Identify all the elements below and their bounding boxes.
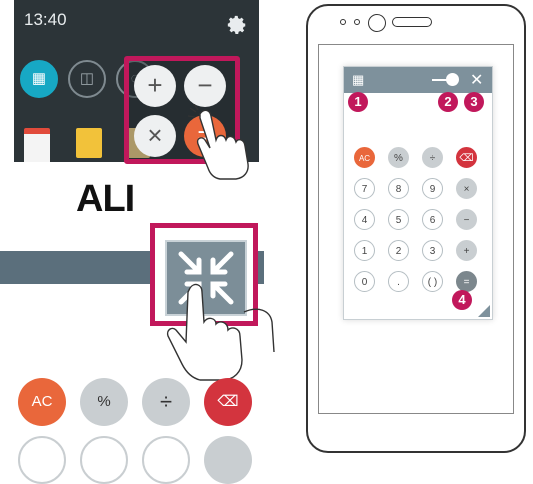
resize-handle-icon[interactable] xyxy=(478,305,490,317)
calculator-keypad: AC % ÷ ⌫ 7 8 9 × 4 5 6 − 1 2 3 + 0 . ( )… xyxy=(354,147,482,307)
qslide-title-bar xyxy=(0,251,150,284)
qslide-title-bar-end xyxy=(258,251,264,284)
key-ac[interactable]: AC xyxy=(354,147,375,168)
qslide-window-title-bar[interactable]: ▦ ✕ xyxy=(344,67,492,93)
transparency-slider-thumb[interactable] xyxy=(446,73,459,86)
key-3[interactable]: 3 xyxy=(422,240,443,261)
key-4[interactable]: 4 xyxy=(354,209,375,230)
divide-key[interactable]: ÷ xyxy=(142,378,190,426)
calculator-app-icon[interactable]: ▦ xyxy=(352,72,364,88)
qslide-icon[interactable]: ◫ xyxy=(68,60,106,98)
key-7[interactable]: 7 xyxy=(354,178,375,199)
close-icon[interactable]: ✕ xyxy=(470,70,483,90)
camera-icon xyxy=(368,14,386,32)
key-partial xyxy=(80,436,128,484)
key-equals[interactable]: = xyxy=(456,271,477,292)
qslide-calculator-icon[interactable]: ▦ xyxy=(20,60,58,98)
callout-3: 3 xyxy=(464,92,484,112)
key-divide[interactable]: ÷ xyxy=(422,147,443,168)
key-minus[interactable]: − xyxy=(456,209,477,230)
key-2[interactable]: 2 xyxy=(388,240,409,261)
calendar-icon[interactable] xyxy=(24,128,50,162)
key-partial xyxy=(204,436,252,484)
sensor-dot xyxy=(340,19,346,25)
sensor-dot xyxy=(354,19,360,25)
key-9[interactable]: 9 xyxy=(422,178,443,199)
calculator-key-row-large: AC % ÷ ⌫ xyxy=(0,364,260,484)
backspace-key[interactable]: ⌫ xyxy=(204,378,252,426)
earpiece xyxy=(392,17,432,27)
key-backspace[interactable]: ⌫ xyxy=(456,147,477,168)
key-1[interactable]: 1 xyxy=(354,240,375,261)
key-parentheses[interactable]: ( ) xyxy=(422,271,443,292)
key-partial xyxy=(142,436,190,484)
key-0[interactable]: 0 xyxy=(354,271,375,292)
key-partial xyxy=(18,436,66,484)
key-multiply[interactable]: × xyxy=(456,178,477,199)
status-time: 13:40 xyxy=(24,10,67,29)
key-plus[interactable]: + xyxy=(456,240,477,261)
email-icon[interactable] xyxy=(76,128,102,158)
key-6[interactable]: 6 xyxy=(422,209,443,230)
percent-key[interactable]: % xyxy=(80,378,128,426)
multiply-key[interactable]: × xyxy=(134,115,176,157)
key-5[interactable]: 5 xyxy=(388,209,409,230)
hand-tap-icon xyxy=(187,104,249,180)
ac-key[interactable]: AC xyxy=(18,378,66,426)
callout-4: 4 xyxy=(452,290,472,310)
callout-1: 1 xyxy=(348,92,368,112)
key-percent[interactable]: % xyxy=(388,147,409,168)
gear-icon[interactable] xyxy=(226,14,248,36)
plus-key[interactable]: + xyxy=(134,65,176,107)
callout-2: 2 xyxy=(438,92,458,112)
label-ali: ALI xyxy=(76,178,135,220)
key-8[interactable]: 8 xyxy=(388,178,409,199)
key-decimal[interactable]: . xyxy=(388,271,409,292)
minus-key[interactable]: − xyxy=(184,65,226,107)
